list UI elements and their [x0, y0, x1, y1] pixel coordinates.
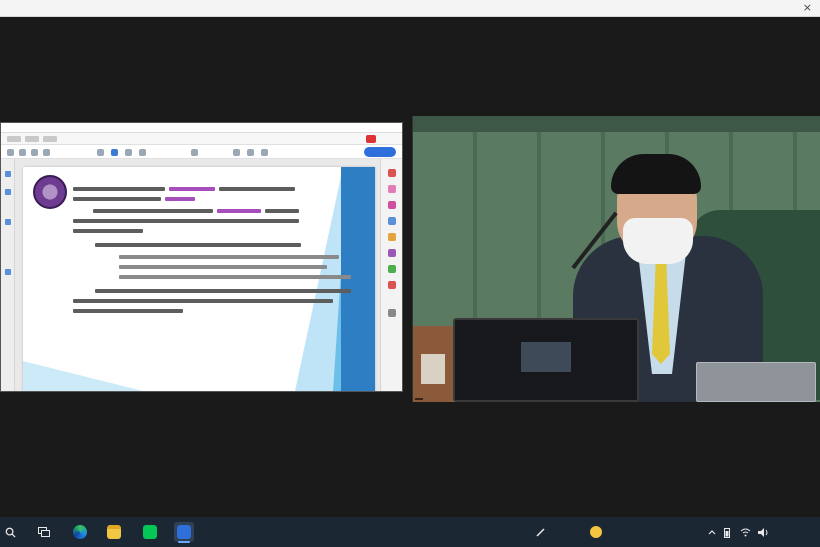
organize-pages-icon[interactable]: [388, 233, 396, 241]
document: [421, 354, 445, 384]
fill-sign-icon[interactable]: [388, 249, 396, 257]
slide-text-line: [95, 289, 351, 293]
face-mask: [623, 218, 693, 264]
menu-item-file[interactable]: [7, 136, 21, 142]
slide-text-line: [73, 309, 183, 313]
slide-text-line: [73, 197, 161, 201]
file-explorer-icon[interactable]: [104, 522, 124, 542]
share-icon[interactable]: [366, 135, 376, 143]
export-pdf-icon[interactable]: [388, 169, 396, 177]
shared-screen-tile[interactable]: [0, 122, 403, 392]
pdf-left-panel: [1, 159, 15, 391]
protect-icon[interactable]: [388, 265, 396, 273]
highlight-icon[interactable]: [247, 149, 254, 156]
slide-text-line: [119, 265, 327, 269]
zoom-out-icon[interactable]: [125, 149, 132, 156]
slide-text-line: [95, 243, 301, 247]
comment-tool-icon[interactable]: [388, 217, 396, 225]
menu-item-edit[interactable]: [25, 136, 39, 142]
menu-item-view[interactable]: [43, 136, 57, 142]
battery-icon[interactable]: [724, 517, 730, 547]
volume-icon[interactable]: [758, 517, 769, 547]
slide-text-highlight: [169, 187, 215, 191]
home-icon[interactable]: [7, 149, 14, 156]
laptop: [696, 362, 816, 402]
page-fit-icon[interactable]: [191, 149, 198, 156]
window-title-bar: ×: [0, 0, 820, 17]
edge-browser-icon[interactable]: [70, 522, 90, 542]
weather-widget[interactable]: [590, 517, 606, 547]
person-hair: [611, 154, 701, 194]
zoom-app-icon[interactable]: [174, 522, 194, 543]
desk: [413, 326, 453, 402]
chevron-up-icon[interactable]: [708, 517, 716, 547]
thumbnails-icon[interactable]: [5, 171, 11, 177]
slide-text-line: [265, 209, 299, 213]
print-icon[interactable]: [31, 149, 38, 156]
participant-video-tile[interactable]: [412, 116, 820, 402]
hand-tool-icon[interactable]: [111, 149, 118, 156]
slide-text-line: [119, 275, 351, 279]
slide-text-line: [73, 187, 165, 191]
pdf-tab-title: [1, 123, 402, 133]
save-icon[interactable]: [19, 149, 26, 156]
scroll-down-icon[interactable]: [388, 309, 396, 317]
line-app-icon[interactable]: [140, 522, 160, 542]
more-tools-icon[interactable]: [388, 281, 396, 289]
pdf-tools-panel: [380, 159, 402, 391]
slide-text-line: [73, 219, 299, 223]
slide-text-line: [73, 229, 143, 233]
presentation-slide: [23, 167, 375, 391]
cursor-icon[interactable]: [97, 149, 104, 156]
pen-icon[interactable]: [536, 517, 546, 547]
slide-text-line: [119, 255, 339, 259]
weather-icon: [590, 526, 602, 538]
monitor-screen: [521, 342, 571, 372]
slide-text-highlight: [217, 209, 261, 213]
wifi-icon[interactable]: [740, 517, 751, 547]
pdf-menu-bar: [1, 133, 402, 145]
background-wall: [413, 116, 820, 132]
task-view-icon[interactable]: [34, 522, 54, 542]
zoom-in-icon[interactable]: [139, 149, 146, 156]
slide-decoration: [341, 167, 375, 391]
pdf-toolbar: [1, 145, 402, 159]
slide-text-line: [219, 187, 295, 191]
slide-text-line: [93, 209, 213, 213]
comment-icon[interactable]: [233, 149, 240, 156]
create-pdf-icon[interactable]: [388, 201, 396, 209]
organization-seal-icon: [33, 175, 67, 209]
slide-decoration: [23, 361, 143, 391]
attachment-icon[interactable]: [5, 219, 11, 225]
draw-icon[interactable]: [261, 149, 268, 156]
close-icon[interactable]: ×: [803, 1, 812, 15]
participant-name-label: [415, 398, 423, 400]
desktop-screen: ×: [0, 0, 820, 547]
search-icon[interactable]: [43, 149, 50, 156]
sign-button[interactable]: [364, 147, 396, 157]
search-icon[interactable]: [0, 522, 20, 542]
windows-taskbar: [0, 517, 820, 547]
slide-text-highlight: [165, 197, 195, 201]
bookmark-icon[interactable]: [5, 189, 11, 195]
slide-text-line: [73, 299, 333, 303]
desk-monitor: [453, 318, 639, 402]
layers-icon[interactable]: [5, 269, 11, 275]
edit-pdf-icon[interactable]: [388, 185, 396, 193]
